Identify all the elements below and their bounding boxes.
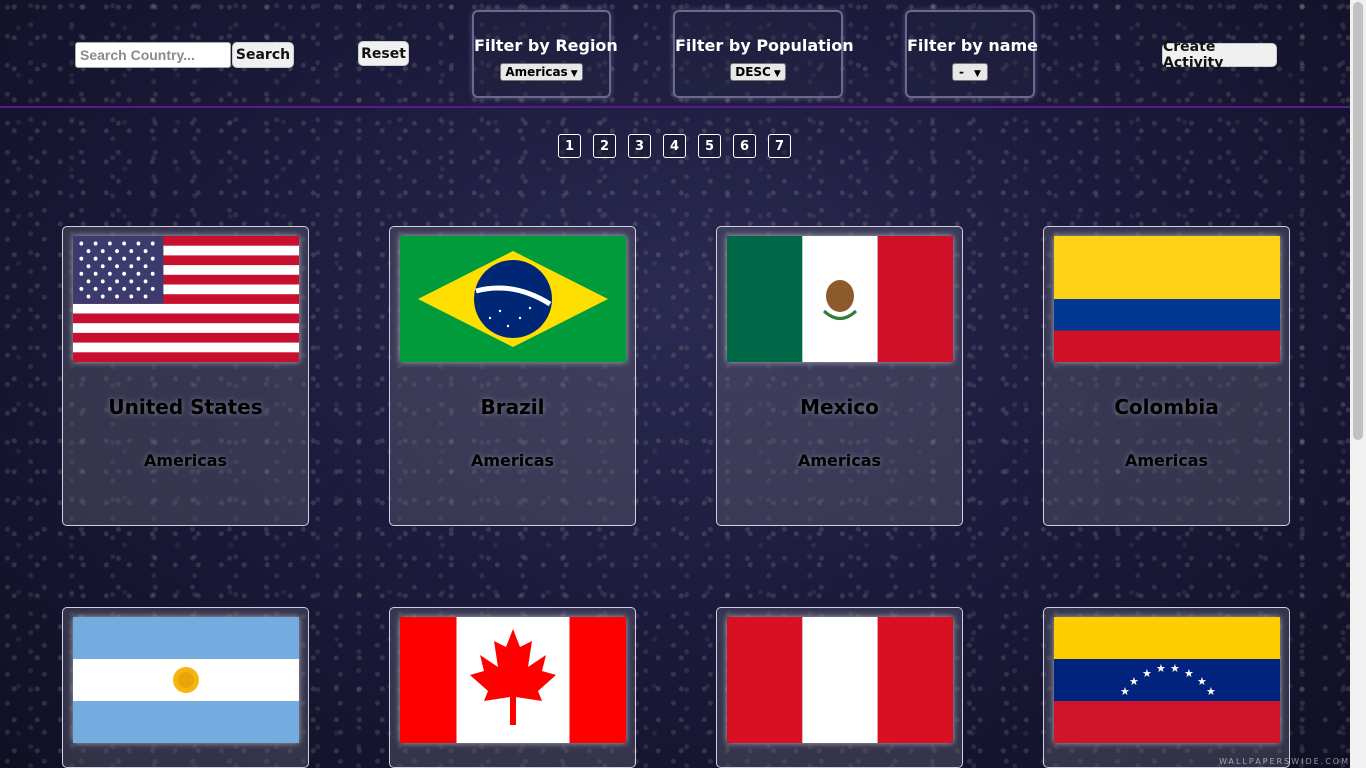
country-card[interactable]: Mexico Americas (716, 226, 963, 526)
svg-text:★: ★ (1170, 662, 1180, 675)
watermark: WALLPAPERSWIDE.COM (1219, 757, 1350, 766)
country-name: Mexico (800, 395, 879, 419)
country-card[interactable] (716, 607, 963, 768)
country-card[interactable]: ★ ★ ★ ★ ★ ★ ★ ★ (1043, 607, 1290, 768)
country-card[interactable] (62, 607, 309, 768)
chevron-down-icon: ▼ (773, 69, 781, 79)
country-card[interactable]: Colombia Americas (1043, 226, 1290, 526)
country-name: United States (108, 395, 263, 419)
colombia-flag-icon (1054, 236, 1280, 362)
svg-text:★: ★ (1206, 685, 1216, 698)
filter-name-select[interactable]: - ▼ (952, 63, 988, 81)
venezuela-flag-icon: ★★★ ★ ★ ★ ★★ (1054, 617, 1280, 743)
us-flag-icon (73, 236, 299, 362)
scrollbar[interactable] (1350, 0, 1366, 768)
peru-flag-icon (727, 617, 953, 743)
search-button[interactable]: Search (232, 42, 294, 68)
page-button-5[interactable]: 5 (698, 134, 721, 158)
argentina-flag-icon (73, 617, 299, 743)
country-region: Americas (143, 451, 228, 470)
brazil-flag-icon (400, 236, 626, 362)
scrollbar-thumb[interactable] (1353, 2, 1363, 440)
canada-flag-icon (400, 617, 626, 743)
svg-text:★: ★ (1184, 667, 1194, 680)
chevron-down-icon: ▼ (974, 69, 981, 79)
page-button-2[interactable]: 2 (593, 134, 616, 158)
page-button-4[interactable]: 4 (663, 134, 686, 158)
mexico-flag-icon (727, 236, 953, 362)
chevron-down-icon: ▼ (570, 69, 578, 79)
filter-name-panel: Filter by name - ▼ (905, 10, 1039, 98)
country-name: Brazil (480, 395, 545, 419)
svg-text:★: ★ (1156, 662, 1166, 675)
svg-text:★: ★ (1129, 675, 1139, 688)
top-bar: Search Reset Filter by Region Americas▼ … (0, 0, 1350, 108)
filter-population-title: Filter by Population (675, 36, 854, 55)
filter-name-title: Filter by name (907, 36, 1039, 55)
country-card[interactable]: United States Americas (62, 226, 309, 526)
country-card[interactable] (389, 607, 636, 768)
svg-text:★: ★ (1142, 667, 1152, 680)
page-button-7[interactable]: 7 (768, 134, 791, 158)
filter-population-value: DESC (735, 65, 771, 79)
filter-region-select[interactable]: Americas ▼ (500, 63, 583, 81)
filter-region-title: Filter by Region (474, 36, 618, 55)
filter-region-value: Americas (505, 65, 568, 79)
search-input[interactable] (75, 42, 231, 68)
page-button-6[interactable]: 6 (733, 134, 756, 158)
filter-name-value: - (959, 65, 965, 79)
pagination: 1 2 3 4 5 6 7 (558, 134, 791, 158)
page-button-3[interactable]: 3 (628, 134, 651, 158)
filter-population-select[interactable]: DESC ▼ (730, 63, 786, 81)
page-button-1[interactable]: 1 (558, 134, 581, 158)
country-name: Colombia (1114, 395, 1219, 419)
filter-region-panel: Filter by Region Americas ▼ (472, 10, 618, 98)
country-card[interactable]: Brazil Americas (389, 226, 636, 526)
create-activity-button[interactable]: Create Activity (1162, 39, 1277, 71)
country-region: Americas (797, 451, 882, 470)
country-region: Americas (1124, 451, 1209, 470)
filter-population-panel: Filter by Population DESC ▼ (673, 10, 854, 98)
reset-button[interactable]: Reset (358, 41, 409, 66)
country-region: Americas (470, 451, 555, 470)
